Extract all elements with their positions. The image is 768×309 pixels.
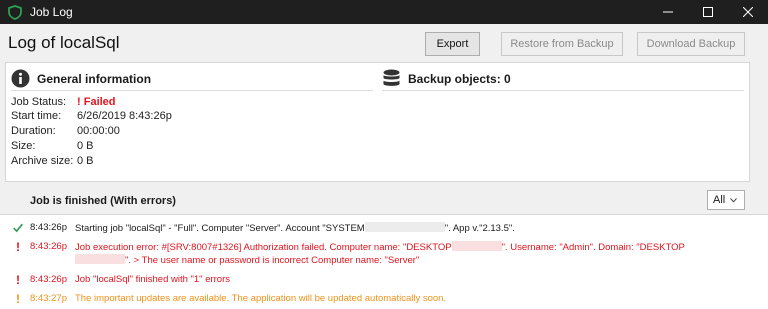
close-icon[interactable]: [728, 0, 768, 24]
database-icon: [382, 69, 401, 88]
duration-row: Duration: 00:00:00: [11, 125, 120, 139]
job-status-row: Job Status: ! Failed: [11, 96, 116, 110]
redacted-block: [75, 254, 125, 264]
divider: [11, 90, 373, 91]
log-entry-time: 8:43:26p: [30, 222, 67, 233]
shield-icon: [6, 3, 24, 21]
divider: [382, 90, 744, 91]
size-value: 0 B: [77, 140, 94, 152]
minimize-icon[interactable]: [648, 0, 688, 24]
log-entry-time: 8:43:26p: [30, 241, 67, 252]
log-entry-message: The important updates are available. The…: [75, 293, 447, 304]
chevron-down-icon: [730, 197, 738, 203]
log-entry-message: Starting job "localSql" - "Full". Comput…: [75, 222, 515, 234]
job-status-label: Job Status:: [11, 96, 67, 108]
start-time-row: Start time: 6/26/2019 8:43:26p: [11, 110, 172, 124]
general-information-label: General information: [37, 71, 152, 86]
log-entry-time: 8:43:26p: [30, 274, 67, 285]
window-controls: [648, 0, 768, 24]
alert-icon: !: [77, 96, 84, 108]
checkmark-icon: [13, 222, 23, 234]
archive-size-value: 0 B: [77, 155, 94, 167]
download-backup-button[interactable]: Download Backup: [637, 32, 745, 56]
duration-label: Duration:: [11, 125, 56, 137]
page-header: Log of localSql Export Restore from Back…: [0, 24, 768, 64]
error-icon: !: [16, 240, 20, 254]
log-status-bar: Job is finished (With errors) All: [0, 189, 768, 213]
maximize-icon[interactable]: [688, 0, 728, 24]
log-list: 8:43:26p Starting job "localSql" - "Full…: [0, 214, 768, 309]
info-icon: [11, 69, 30, 88]
warning-icon: !: [16, 292, 20, 306]
archive-size-label: Archive size:: [11, 155, 74, 167]
size-label: Size:: [11, 140, 36, 152]
title-bar: Job Log: [0, 0, 768, 24]
general-information-heading: General information: [11, 69, 151, 88]
backup-objects-heading: Backup objects: 0: [382, 69, 511, 88]
archive-size-row: Archive size: 0 B: [11, 155, 94, 169]
page-title: Log of localSql: [8, 33, 120, 52]
size-row: Size: 0 B: [11, 140, 94, 154]
duration-value: 00:00:00: [77, 125, 120, 137]
restore-from-backup-button[interactable]: Restore from Backup: [501, 32, 623, 56]
job-finished-status: Job is finished (With errors): [30, 195, 176, 207]
log-filter-value: All: [713, 194, 726, 206]
window-title: Job Log: [30, 5, 73, 19]
redacted-block: [364, 222, 445, 232]
log-entry-message: Job execution error: #[SRV:8007#1326] Au…: [75, 241, 685, 266]
backup-objects-label: Backup objects: 0: [408, 71, 511, 86]
job-status-value: ! Failed: [77, 96, 116, 108]
log-filter-select[interactable]: All: [707, 190, 745, 210]
log-entry-time: 8:43:27p: [30, 293, 67, 304]
redacted-block: [451, 241, 502, 251]
error-icon: !: [16, 273, 20, 287]
log-entry-message: Job "localSql" finished with "1" errors: [75, 274, 231, 285]
general-information-panel: General information Backup objects: 0 Jo…: [5, 62, 750, 182]
export-button[interactable]: Export: [425, 32, 480, 56]
start-time-label: Start time:: [11, 110, 62, 122]
start-time-value: 6/26/2019 8:43:26p: [77, 110, 172, 122]
